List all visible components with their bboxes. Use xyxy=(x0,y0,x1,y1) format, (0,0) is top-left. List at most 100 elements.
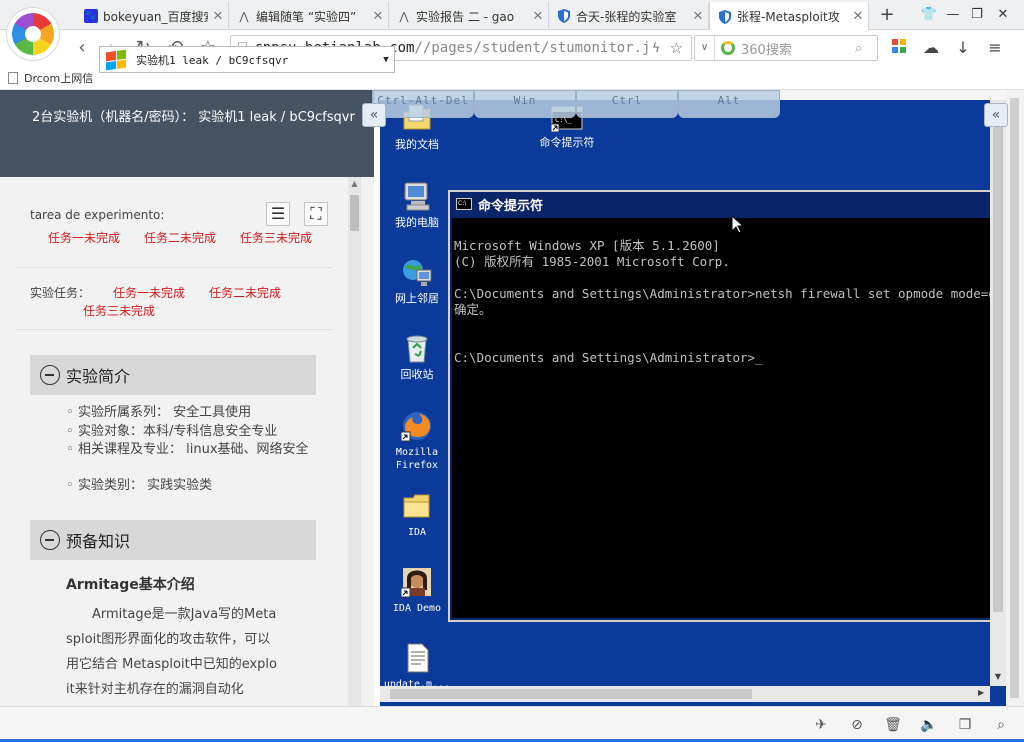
restore-button[interactable]: ❐ xyxy=(966,4,988,26)
tab-metasploit[interactable]: 张程-Metasploit攻 ✕ xyxy=(709,2,869,31)
task-2-status[interactable]: 任务二未完成 xyxy=(209,284,281,301)
search-box[interactable]: ∨ 360搜索 ⌕ xyxy=(694,35,878,61)
tab-edit-post[interactable]: ⋀ 编辑随笔 “实验四” ✕ xyxy=(229,2,389,30)
url-path: //pages/student/stumonitor.js xyxy=(414,40,653,56)
divider xyxy=(16,329,332,330)
shirt-skin-icon[interactable]: 👕 xyxy=(918,4,940,26)
scrollbar-thumb[interactable] xyxy=(350,195,359,231)
scrollbar-thumb[interactable] xyxy=(390,689,752,699)
hotkey-ctrl[interactable]: Ctrl xyxy=(576,90,678,118)
tab-lab-report[interactable]: ⋀ 实验报告 二 - gao ✕ xyxy=(389,2,549,30)
hotkey-ctrl-alt-del[interactable]: Ctrl-Alt-Del xyxy=(372,90,474,118)
sound-icon[interactable]: 🔈 xyxy=(920,716,938,734)
close-icon[interactable]: ✕ xyxy=(528,9,548,24)
desktop-icon-ida-demo[interactable]: IDA Demo xyxy=(380,566,454,615)
text-mode-icon[interactable]: ☰ xyxy=(266,202,290,226)
page-vertical-scrollbar[interactable] xyxy=(1006,90,1024,706)
console-line: C:\Documents and Settings\Administrator>… xyxy=(454,350,763,365)
left-panel-scrollbar[interactable]: ▲ xyxy=(348,177,361,706)
command-prompt-window[interactable]: C:\ 命令提示符 Microsoft Windows XP [版本 5.1.2… xyxy=(448,190,1006,622)
collapse-minus-icon[interactable] xyxy=(40,530,60,550)
experiment-task-1-status[interactable]: 任务一未完成 xyxy=(48,229,120,246)
collapse-minus-icon[interactable] xyxy=(40,365,60,385)
clear-trash-icon[interactable]: 🗑 xyxy=(884,716,902,734)
folder-icon xyxy=(401,490,433,522)
shield-icon xyxy=(557,9,571,23)
desktop-icon-label: IDA xyxy=(407,527,427,538)
desktop-icon-label: Mozilla Firefox xyxy=(395,447,439,471)
cloud-icon[interactable]: ☁ xyxy=(920,37,942,59)
console-line: 确定。 xyxy=(454,302,492,317)
network-places-icon xyxy=(401,256,433,288)
hotkey-alt[interactable]: Alt xyxy=(678,90,780,118)
task-label: 实验任务： xyxy=(30,286,91,300)
experiment-task-3-status[interactable]: 任务三未完成 xyxy=(240,229,312,246)
tab-label: bokeyuan_百度搜索 xyxy=(103,9,208,24)
scroll-down-arrow-icon[interactable]: ▼ xyxy=(990,672,1006,681)
back-button[interactable]: ‹ xyxy=(70,36,94,60)
section-title: 预备知识 xyxy=(66,532,131,551)
close-icon[interactable]: ✕ xyxy=(368,9,388,24)
accelerate-icon[interactable]: ⊘ xyxy=(848,716,866,734)
text-file-icon xyxy=(401,642,433,674)
status-bar: ✈ ⊘ 🗑 🔈 ❐ ⌕ xyxy=(0,706,1024,742)
desktop-icon-ida[interactable]: IDA xyxy=(380,490,454,539)
remote-desktop[interactable]: 我的文档 C:\_ 命令提示符 我的电脑 网上邻居 回收站 Mozilla Fi… xyxy=(380,100,1006,706)
download-icon[interactable]: ↓ xyxy=(952,37,974,59)
close-icon[interactable]: ✕ xyxy=(208,9,228,24)
task-1-status[interactable]: 任务一未完成 xyxy=(113,284,185,301)
desktop-icon-network-places[interactable]: 网上邻居 xyxy=(380,256,454,305)
desktop-horizontal-scrollbar[interactable]: ▶ xyxy=(380,686,990,702)
lightning-icon[interactable]: ϟ xyxy=(652,41,670,55)
browser-logo-icon[interactable] xyxy=(6,7,60,61)
search-placeholder: 360搜索 xyxy=(741,42,792,58)
vm-select-dropdown[interactable]: 实验机1 leak / bC9cfsqvr ▼ xyxy=(99,46,395,73)
zoom-icon[interactable]: ⌕ xyxy=(992,716,1010,734)
fullscreen-icon[interactable]: ⛶ xyxy=(304,202,328,226)
experiment-task-2-status[interactable]: 任务二未完成 xyxy=(144,229,216,246)
tab-hetian-lab[interactable]: 合天-张程的实验室 ✕ xyxy=(549,2,709,30)
window-mode-icon[interactable]: ❐ xyxy=(956,716,974,734)
desktop-icon-update-file[interactable]: update.m... xyxy=(380,642,454,691)
search-icon[interactable]: ⌕ xyxy=(855,41,877,56)
task-3-status[interactable]: 任务三未完成 xyxy=(83,302,155,319)
collapse-left-panel-button[interactable]: « xyxy=(362,103,386,127)
desktop-vertical-scrollbar[interactable]: ▲ ▼ xyxy=(990,100,1006,686)
tab-label: 编辑随笔 “实验四” xyxy=(256,9,357,24)
vm-select-value: 实验机1 leak / bC9cfsqvr xyxy=(136,53,289,67)
section-prep-header[interactable]: 预备知识 xyxy=(30,520,316,560)
hotkey-win[interactable]: Win xyxy=(474,90,576,118)
section-title: 实验简介 xyxy=(66,367,131,386)
collapse-right-panel-button[interactable]: « xyxy=(984,103,1008,127)
intro-item-audience: 实验对象：本科/专科信息安全专业 xyxy=(66,423,318,441)
cmd-console[interactable]: Microsoft Windows XP [版本 5.1.2600] (C) 版权… xyxy=(452,218,1004,618)
cmd-window-icon: C:\ xyxy=(456,198,472,210)
scrollbar-thumb[interactable] xyxy=(1010,98,1019,698)
desktop-icon-firefox[interactable]: Mozilla Firefox xyxy=(380,410,454,472)
speedup-rocket-icon[interactable]: ✈ xyxy=(812,716,830,734)
minimize-button[interactable]: — xyxy=(942,4,964,26)
close-window-button[interactable]: ✕ xyxy=(992,4,1014,26)
cnblogs-icon: ⋀ xyxy=(239,9,249,23)
bookmark-item[interactable]: Drcom上网信 xyxy=(8,70,93,86)
360-search-logo-icon xyxy=(721,41,735,55)
new-tab-button[interactable]: + xyxy=(877,5,897,25)
desktop-icon-label: 我的电脑 xyxy=(395,216,439,229)
cmd-title-bar[interactable]: C:\ 命令提示符 xyxy=(450,192,1006,216)
dropdown-caret-icon[interactable]: ▼ xyxy=(378,55,394,65)
close-icon[interactable]: ✕ xyxy=(848,9,868,24)
menu-icon[interactable]: ≡ xyxy=(984,37,1006,59)
desktop-icon-my-computer[interactable]: 我的电脑 xyxy=(380,180,454,229)
firefox-icon xyxy=(400,410,433,442)
chevron-down-icon[interactable]: ∨ xyxy=(695,36,715,60)
tab-baidu-search[interactable]: 🐾 bokeyuan_百度搜索 ✕ xyxy=(76,2,229,30)
desktop-icon-recycle-bin[interactable]: 回收站 xyxy=(380,332,454,381)
bookmark-star-icon[interactable]: ☆ xyxy=(670,39,691,57)
close-icon[interactable]: ✕ xyxy=(688,9,708,24)
section-intro-header[interactable]: 实验简介 xyxy=(30,355,316,395)
scroll-up-arrow-icon[interactable]: ▲ xyxy=(348,179,361,188)
scroll-right-arrow-icon[interactable]: ▶ xyxy=(978,688,984,697)
scrollbar-thumb[interactable] xyxy=(993,118,1003,612)
apps-grid-icon[interactable] xyxy=(888,37,910,59)
